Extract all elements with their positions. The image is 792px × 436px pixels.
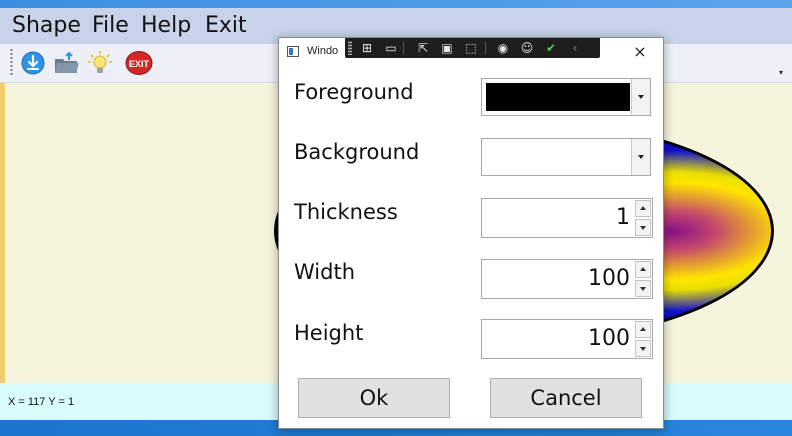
idea-button[interactable] xyxy=(88,51,112,75)
thickness-value[interactable]: 1 xyxy=(616,205,630,230)
height-stepper[interactable]: 100 xyxy=(481,319,653,359)
increment-icon[interactable] xyxy=(635,200,651,217)
chevron-down-icon[interactable] xyxy=(631,139,650,175)
desktop-background xyxy=(0,0,792,8)
menu-file[interactable]: File xyxy=(92,13,129,38)
open-button[interactable] xyxy=(54,51,79,75)
width-label: Width xyxy=(294,260,356,284)
hot-reload-icon[interactable]: ◉ xyxy=(495,40,511,56)
select-element-icon[interactable]: ⊞ xyxy=(359,40,375,56)
increment-icon[interactable] xyxy=(635,261,651,278)
shape-properties-dialog: Windo × ⊞ ▭ ⇱ ▣ ⬚ ◉ ☺ ✔ ‹ Foreground Bac… xyxy=(278,37,664,429)
track-focus-icon[interactable]: ⬚ xyxy=(463,40,479,56)
menu-shape[interactable]: Shape xyxy=(12,13,81,38)
debug-toolbar: ⊞ ▭ ⇱ ▣ ⬚ ◉ ☺ ✔ ‹ xyxy=(345,38,600,58)
lightbulb-icon xyxy=(88,51,112,73)
toolbar-grip[interactable] xyxy=(10,48,13,76)
record-video-icon[interactable]: ▭ xyxy=(383,40,399,56)
foreground-color-combo[interactable] xyxy=(481,78,651,116)
ok-button[interactable]: Ok xyxy=(298,378,450,418)
cancel-button[interactable]: Cancel xyxy=(490,378,642,418)
chevron-down-icon[interactable] xyxy=(631,79,650,115)
menu-help[interactable]: Help xyxy=(141,13,191,38)
height-value[interactable]: 100 xyxy=(588,326,630,351)
collapse-chevron-icon[interactable]: ‹ xyxy=(567,40,583,56)
height-label: Height xyxy=(294,321,364,345)
debug-toolbar-grip[interactable] xyxy=(348,41,352,55)
close-button[interactable]: × xyxy=(623,40,657,64)
download-icon xyxy=(21,51,45,75)
pointer-select-icon[interactable]: ⇱ xyxy=(415,40,431,56)
background-label: Background xyxy=(294,140,420,164)
cursor-position-text: X = 117 Y = 1 xyxy=(8,396,75,408)
menu-exit[interactable]: Exit xyxy=(205,13,247,38)
svg-text:EXIT: EXIT xyxy=(129,59,150,69)
decrement-icon[interactable] xyxy=(635,340,651,357)
dialog-title: Windo xyxy=(307,45,339,57)
background-color-combo[interactable] xyxy=(481,138,651,176)
toolbar-overflow-icon[interactable]: ▾ xyxy=(779,68,783,77)
checkmark-icon[interactable]: ✔ xyxy=(543,40,559,56)
width-stepper[interactable]: 100 xyxy=(481,259,653,299)
thickness-stepper[interactable]: 1 xyxy=(481,198,653,238)
foreground-label: Foreground xyxy=(294,80,414,104)
foreground-color-swatch xyxy=(486,83,630,111)
open-folder-icon xyxy=(55,51,79,73)
debug-separator xyxy=(403,42,404,54)
increment-icon[interactable] xyxy=(635,321,651,338)
decrement-icon[interactable] xyxy=(635,280,651,297)
download-button[interactable] xyxy=(21,51,45,75)
window-app-icon xyxy=(287,46,299,57)
background-color-swatch xyxy=(486,143,630,171)
canvas-edge xyxy=(0,83,5,383)
dialog-titlebar[interactable]: Windo × ⊞ ▭ ⇱ ▣ ⬚ ◉ ☺ ✔ ‹ xyxy=(279,38,663,66)
exit-icon: EXIT xyxy=(125,51,153,75)
exit-button[interactable]: EXIT xyxy=(125,51,153,75)
decrement-icon[interactable] xyxy=(635,219,651,236)
thickness-label: Thickness xyxy=(294,200,398,224)
display-layout-icon[interactable]: ▣ xyxy=(439,40,455,56)
debug-separator xyxy=(485,42,486,54)
width-value[interactable]: 100 xyxy=(588,266,630,291)
accessibility-icon[interactable]: ☺ xyxy=(519,40,535,56)
